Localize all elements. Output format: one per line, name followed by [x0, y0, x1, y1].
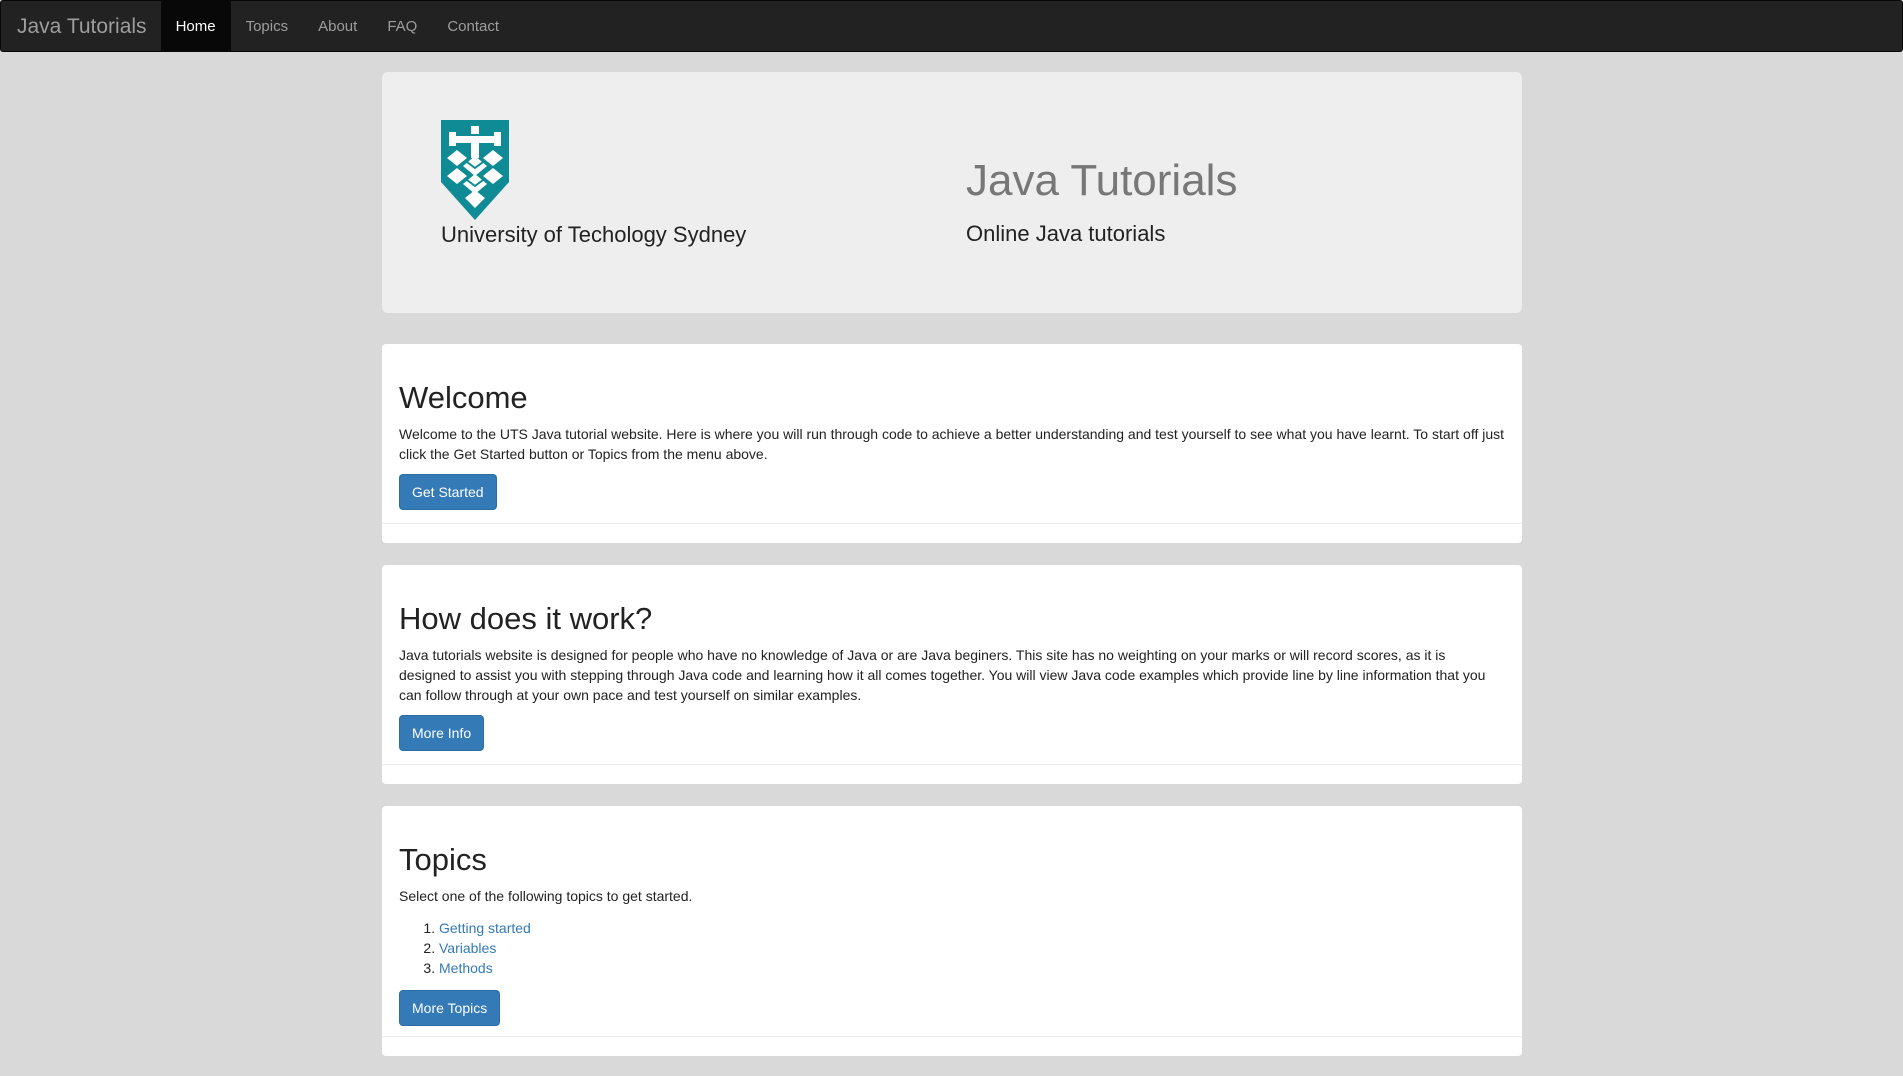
uts-crest-icon [441, 120, 509, 220]
list-item: Variables [439, 938, 1505, 958]
navbar-brand[interactable]: Java Tutorials [1, 1, 161, 51]
uts-logo [441, 120, 509, 225]
more-info-button[interactable]: More Info [399, 715, 485, 751]
get-started-button[interactable]: Get Started [399, 474, 497, 510]
list-item: Methods [439, 958, 1505, 978]
site-subtitle: Online Java tutorials [966, 221, 1166, 246]
topics-panel: Topics Select one of the following topic… [382, 806, 1522, 1056]
university-name: University of Techology Sydney [441, 222, 747, 247]
topic-link-variables[interactable]: Variables [439, 940, 496, 956]
nav-contact[interactable]: Contact [432, 1, 514, 51]
hero-jumbotron: University of Techology Sydney Java Tuto… [382, 72, 1522, 313]
topic-link-methods[interactable]: Methods [439, 960, 493, 976]
nav-home[interactable]: Home [160, 1, 231, 51]
list-item: Getting started [439, 918, 1505, 938]
how-heading: How does it work? [399, 601, 653, 636]
nav-topics[interactable]: Topics [231, 1, 304, 51]
nav-about[interactable]: About [303, 1, 372, 51]
topics-text: Select one of the following topics to ge… [399, 888, 693, 904]
welcome-panel: Welcome Welcome to the UTS Java tutorial… [382, 344, 1522, 543]
how-it-works-panel: How does it work? Java tutorials website… [382, 565, 1522, 784]
topic-list: Getting started Variables Methods [399, 918, 1505, 978]
panel-footer [382, 764, 1522, 784]
panel-footer [382, 523, 1522, 543]
welcome-text: Welcome to the UTS Java tutorial website… [399, 426, 1505, 462]
topics-heading: Topics [399, 842, 487, 877]
how-text: Java tutorials website is designed for p… [399, 647, 1486, 703]
panel-footer [382, 1036, 1522, 1056]
more-topics-button[interactable]: More Topics [399, 990, 501, 1026]
site-title: Java Tutorials [966, 156, 1238, 205]
topic-link-getting-started[interactable]: Getting started [439, 920, 531, 936]
welcome-heading: Welcome [399, 380, 528, 415]
nav-faq[interactable]: FAQ [372, 1, 432, 51]
top-navbar: Java Tutorials Home Topics About FAQ Con… [0, 0, 1903, 52]
